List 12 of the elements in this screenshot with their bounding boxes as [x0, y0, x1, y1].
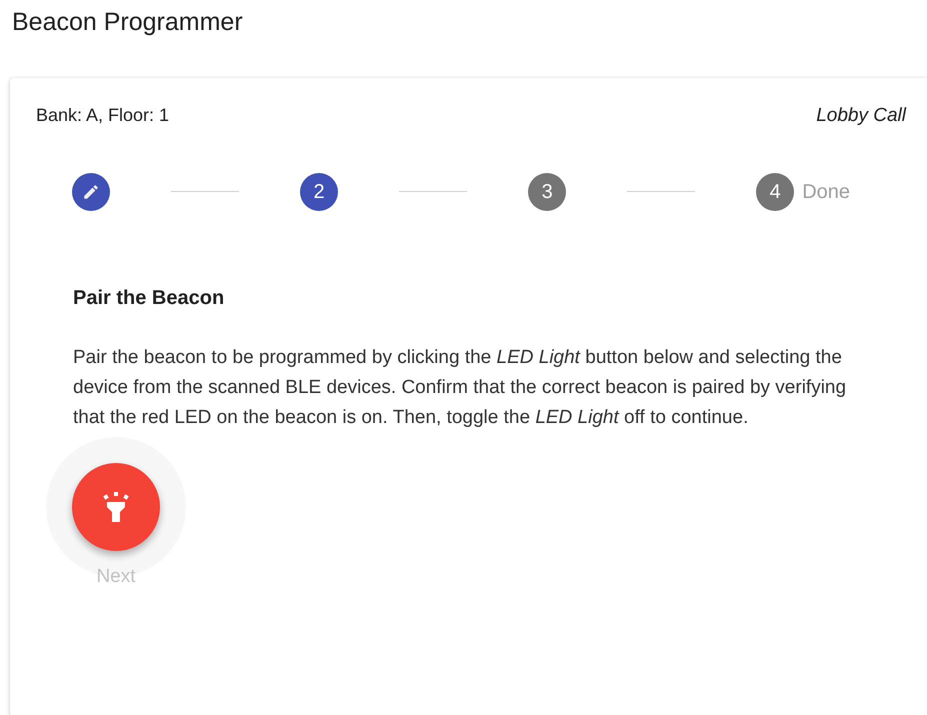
step-description: Pair the beacon to be programmed by clicking the LED Light button below and selecting the device from the scanned BLE devices. Confirm that the correct beacon is paired by verifying that the red LED on the beacon is on. Then, toggle the LED Light off to continue. — [73, 346, 848, 430]
step-label: Done — [802, 180, 850, 204]
step-heading: Pair the Beacon — [73, 286, 226, 310]
page-title: Beacon Programmer — [11, 7, 244, 38]
step-number[interactable]: 3 — [528, 172, 566, 210]
location-text: Bank: A, Floor: 1 — [36, 104, 170, 127]
flashlight-icon — [102, 492, 130, 522]
led-light-button[interactable] — [72, 462, 160, 550]
step-number[interactable]: 2 — [300, 172, 338, 210]
call-type-text: Lobby Call — [816, 104, 906, 128]
step-edit-icon[interactable] — [72, 172, 110, 210]
step-number[interactable]: 4 — [756, 172, 794, 210]
